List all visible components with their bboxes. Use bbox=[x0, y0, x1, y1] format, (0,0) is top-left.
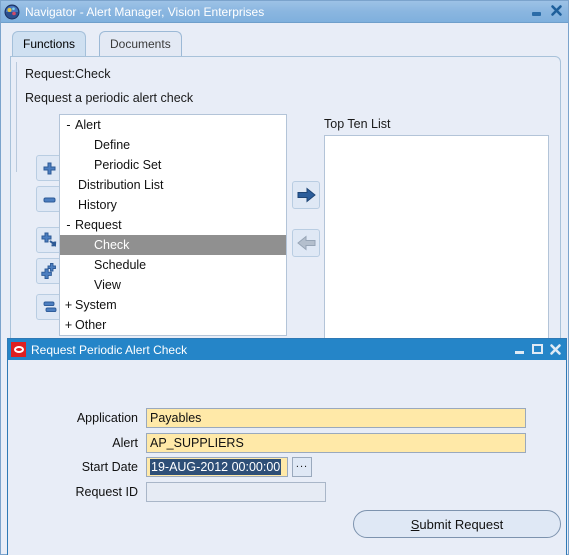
tree-item[interactable]: Define bbox=[60, 135, 286, 155]
tree-item-label: Other bbox=[75, 318, 107, 332]
tab-documents[interactable]: Documents bbox=[99, 31, 182, 56]
request-description: Request a periodic alert check bbox=[25, 91, 194, 105]
minimize-icon[interactable] bbox=[529, 3, 544, 18]
panel-divider bbox=[16, 62, 17, 172]
top-ten-list-label: Top Ten List bbox=[324, 117, 391, 131]
tree-item[interactable]: View bbox=[60, 275, 286, 295]
tree-item[interactable]: History bbox=[60, 195, 286, 215]
tree-item[interactable]: - Request bbox=[60, 215, 286, 235]
navigator-title: Navigator - Alert Manager, Vision Enterp… bbox=[25, 4, 265, 19]
dialog-title: Request Periodic Alert Check bbox=[31, 342, 188, 357]
tree-item[interactable]: Schedule bbox=[60, 255, 286, 275]
tree-item[interactable]: + System bbox=[60, 295, 286, 315]
tab-functions[interactable]: Functions bbox=[12, 31, 87, 56]
tree-item[interactable]: + Other bbox=[60, 315, 286, 335]
alert-label: Alert bbox=[112, 436, 138, 450]
submit-request-accelerator: S bbox=[410, 516, 420, 532]
oracle-globe-icon bbox=[4, 4, 20, 20]
submit-request-label: ubmit Request bbox=[419, 516, 504, 532]
tree-item[interactable]: Distribution List bbox=[60, 175, 286, 195]
start-date-value: 19-AUG-2012 00:00:00 bbox=[150, 459, 282, 475]
submit-request-button[interactable]: Submit Request bbox=[353, 510, 561, 538]
tree-item-label: Check bbox=[94, 238, 130, 252]
start-date-label: Start Date bbox=[81, 460, 138, 474]
list-of-values-button[interactable]: ... bbox=[292, 457, 312, 477]
screen: Navigator - Alert Manager, Vision Enterp… bbox=[0, 0, 569, 555]
function-tree[interactable]: - Alert Define Periodic Set Distribution … bbox=[59, 114, 287, 336]
dialog-window-buttons bbox=[512, 342, 562, 356]
tree-item-label: View bbox=[94, 278, 121, 292]
top-ten-list-box[interactable] bbox=[324, 135, 549, 345]
minimize-icon[interactable] bbox=[512, 342, 526, 356]
dialog-body: Application Payables Alert AP_SUPPLIERS … bbox=[8, 360, 566, 555]
oracle-logo-icon bbox=[11, 342, 26, 357]
close-icon[interactable] bbox=[548, 342, 562, 356]
tree-item-label: Periodic Set bbox=[94, 158, 162, 172]
tree-item-label: Distribution List bbox=[78, 178, 164, 192]
maximize-icon[interactable] bbox=[530, 342, 544, 356]
tree-item-label: Alert bbox=[75, 118, 101, 132]
dialog-titlebar[interactable]: Request Periodic Alert Check bbox=[8, 339, 566, 360]
start-date-field[interactable]: 19-AUG-2012 00:00:00 bbox=[146, 457, 288, 477]
tab-documents-label: Documents bbox=[110, 37, 171, 51]
tree-item-label: Schedule bbox=[94, 258, 147, 272]
application-label: Application bbox=[76, 411, 138, 425]
tree-item-label: Define bbox=[94, 138, 131, 152]
request-periodic-alert-check-dialog: Request Periodic Alert Check Application… bbox=[7, 338, 567, 555]
application-field[interactable]: Payables bbox=[146, 408, 526, 428]
navigator-titlebar[interactable]: Navigator - Alert Manager, Vision Enterp… bbox=[1, 1, 568, 23]
request-id-label: Request ID bbox=[75, 485, 138, 499]
close-icon[interactable] bbox=[549, 3, 564, 18]
tree-item-label: History bbox=[78, 198, 117, 212]
request-id-field bbox=[146, 482, 326, 502]
navigator-window-buttons bbox=[529, 3, 564, 18]
tabstrip: Functions Documents bbox=[10, 31, 561, 57]
tree-toggle-icon[interactable]: - bbox=[62, 215, 75, 235]
arrow-right-icon[interactable] bbox=[292, 181, 320, 209]
request-heading: Request:Check bbox=[25, 67, 111, 81]
tree-item[interactable]: Periodic Set bbox=[60, 155, 286, 175]
tree-item-label: System bbox=[75, 298, 117, 312]
tree-item[interactable]: - Alert bbox=[60, 115, 286, 135]
tree-toggle-icon[interactable]: + bbox=[62, 295, 75, 315]
alert-field[interactable]: AP_SUPPLIERS bbox=[146, 433, 526, 453]
tab-functions-label: Functions bbox=[23, 37, 76, 51]
arrow-left-icon bbox=[292, 229, 320, 257]
tree-toggle-icon[interactable]: - bbox=[62, 115, 75, 135]
tree-item-label: Request bbox=[75, 218, 122, 232]
tree-toggle-icon[interactable]: + bbox=[62, 315, 75, 335]
tree-item-check[interactable]: Check bbox=[60, 235, 286, 255]
